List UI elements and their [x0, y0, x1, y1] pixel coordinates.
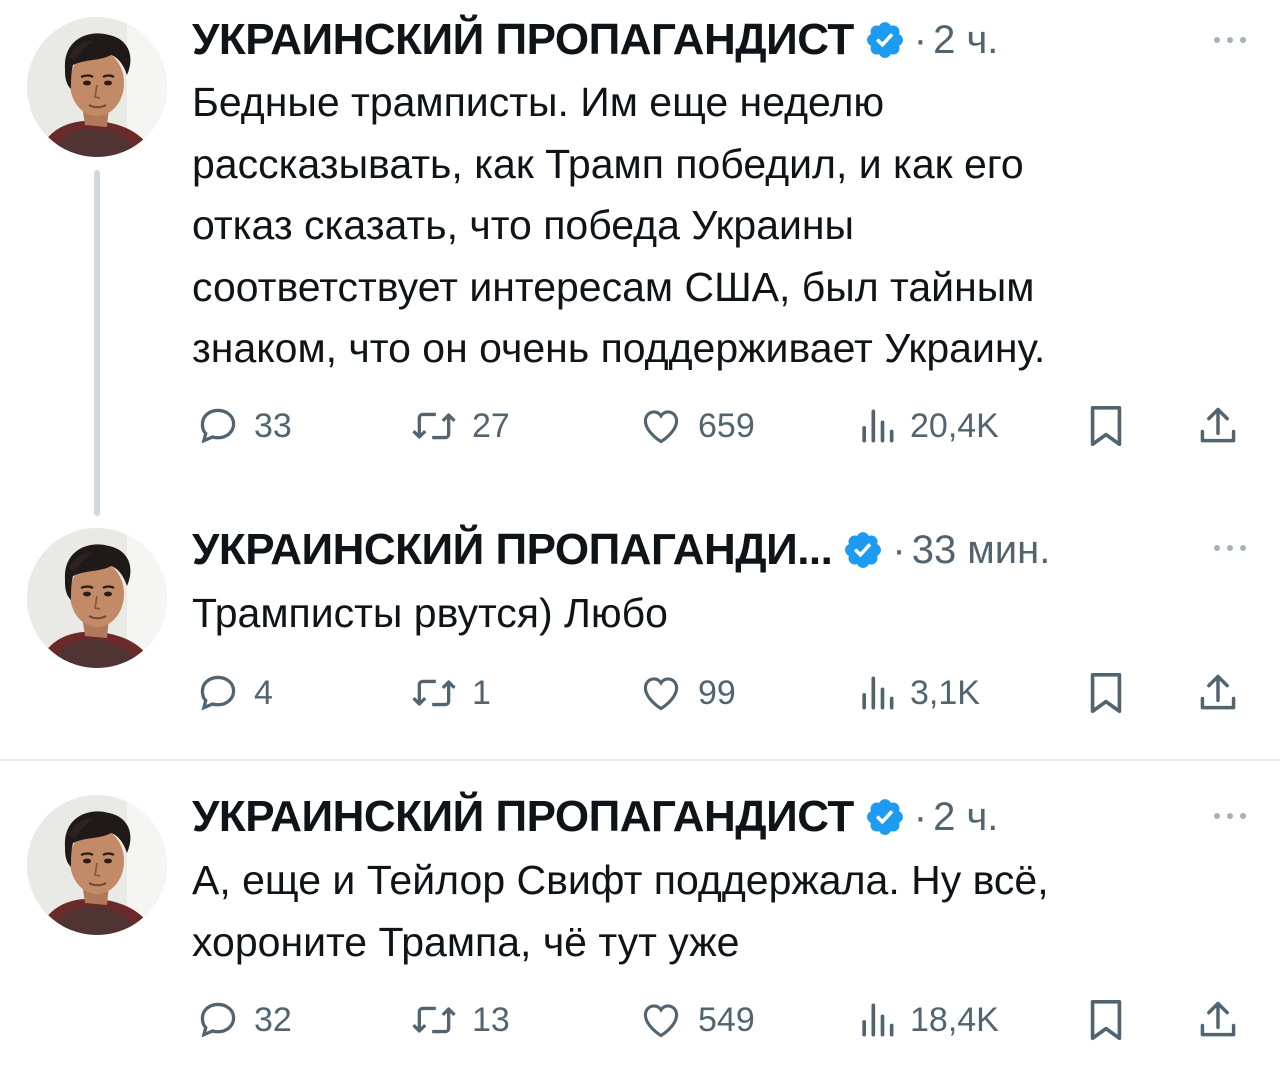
- text-line: А, еще и Тейлор Свифт поддержала. Ну всё…: [192, 857, 1049, 903]
- reply-count: 33: [254, 406, 292, 445]
- views-icon: [858, 404, 896, 448]
- text-line: хороните Трампа, чё тут уже: [192, 918, 740, 965]
- retweet-button[interactable]: 13: [410, 990, 510, 1050]
- avatar[interactable]: [27, 795, 167, 935]
- timestamp[interactable]: 33 мин.: [912, 528, 1051, 573]
- views-count: 3,1K: [910, 673, 980, 712]
- views-count: 18,4K: [910, 1000, 999, 1039]
- views-button[interactable]: 3,1K: [858, 663, 980, 723]
- bookmark-button[interactable]: [1086, 990, 1126, 1050]
- author-name[interactable]: УКРАИНСКИЙ ПРОПАГАНДИ...: [192, 525, 833, 575]
- share-button[interactable]: [1196, 396, 1240, 456]
- reply-button[interactable]: 32: [196, 990, 292, 1050]
- text-line: отказ сказать, что победа Украины: [192, 202, 855, 248]
- like-button[interactable]: 549: [638, 990, 755, 1050]
- retweet-count: 1: [472, 673, 491, 712]
- separator: ·: [913, 794, 928, 839]
- avatar[interactable]: [27, 17, 167, 157]
- text-line: соответствует интересам США, был тайным: [192, 263, 1035, 310]
- retweet-count: 27: [472, 406, 510, 445]
- text-line: рассказывать, как Трамп победил, и как е…: [192, 140, 1024, 187]
- text-line: Бедные трамписты. Им еще неделю: [192, 79, 885, 125]
- retweet-icon: [410, 671, 458, 715]
- like-icon: [638, 671, 684, 715]
- views-count: 20,4K: [910, 406, 999, 445]
- author-name[interactable]: УКРАИНСКИЙ ПРОПАГАНДИСТ: [192, 792, 854, 842]
- verified-badge-icon: [842, 529, 884, 571]
- timestamp[interactable]: 2 ч.: [933, 795, 998, 840]
- share-icon: [1196, 670, 1240, 716]
- more-icon[interactable]: [1210, 538, 1250, 558]
- reply-count: 4: [254, 673, 273, 712]
- text-line: знаком, что он очень поддерживает Украин…: [192, 325, 1046, 371]
- verified-badge-icon: [864, 19, 906, 61]
- bookmark-button[interactable]: [1086, 663, 1126, 723]
- action-bar: 33 27 659 20,4K: [192, 396, 1252, 456]
- verified-badge-icon: [864, 796, 906, 838]
- reply-count: 32: [254, 1000, 292, 1039]
- views-button[interactable]: 18,4K: [858, 990, 999, 1050]
- views-icon: [858, 671, 896, 715]
- views-icon: [858, 998, 896, 1042]
- tweet-text: Бедные трамписты. Им еще неделю рассказы…: [192, 72, 1252, 380]
- author-name[interactable]: УКРАИНСКИЙ ПРОПАГАНДИСТ: [192, 15, 854, 65]
- tweet-header: УКРАИНСКИЙ ПРОПАГАНДИСТ · 2 ч.: [192, 10, 998, 70]
- share-button[interactable]: [1196, 663, 1240, 723]
- like-icon: [638, 404, 684, 448]
- separator: ·: [892, 527, 906, 572]
- tweet-text: Трамписты рвутся) Любо: [192, 583, 1252, 645]
- action-bar: 4 1 99 3,1K: [192, 663, 1252, 723]
- views-button[interactable]: 20,4K: [858, 396, 999, 456]
- bookmark-icon: [1086, 997, 1126, 1043]
- reply-icon: [196, 671, 240, 715]
- bookmark-icon: [1086, 670, 1126, 716]
- reply-button[interactable]: 33: [196, 396, 292, 456]
- tweet-header: УКРАИНСКИЙ ПРОПАГАНДИСТ · 2 ч.: [192, 787, 998, 847]
- reply-icon: [196, 998, 240, 1042]
- reply-button[interactable]: 4: [196, 663, 273, 723]
- like-button[interactable]: 99: [638, 663, 736, 723]
- bookmark-button[interactable]: [1086, 396, 1126, 456]
- share-button[interactable]: [1196, 990, 1240, 1050]
- action-bar: 32 13 549 18,4K: [192, 990, 1252, 1050]
- tweet-header: УКРАИНСКИЙ ПРОПАГАНДИ... · 33 мин.: [192, 520, 1050, 580]
- retweet-count: 13: [472, 1000, 510, 1039]
- share-icon: [1196, 403, 1240, 449]
- timestamp[interactable]: 2 ч.: [933, 18, 998, 63]
- like-icon: [638, 998, 684, 1042]
- retweet-button[interactable]: 27: [410, 396, 510, 456]
- more-icon[interactable]: [1210, 30, 1250, 50]
- like-count: 659: [698, 406, 755, 445]
- separator: ·: [913, 17, 928, 62]
- like-button[interactable]: 659: [638, 396, 755, 456]
- thread-line: [94, 170, 100, 516]
- divider: [0, 759, 1280, 761]
- retweet-icon: [410, 998, 458, 1042]
- tweet-text: А, еще и Тейлор Свифт поддержала. Ну всё…: [192, 850, 1252, 973]
- more-icon[interactable]: [1210, 806, 1250, 826]
- retweet-button[interactable]: 1: [410, 663, 491, 723]
- like-count: 99: [698, 673, 736, 712]
- avatar[interactable]: [27, 528, 167, 668]
- retweet-icon: [410, 404, 458, 448]
- reply-icon: [196, 404, 240, 448]
- bookmark-icon: [1086, 403, 1126, 449]
- like-count: 549: [698, 1000, 755, 1039]
- share-icon: [1196, 997, 1240, 1043]
- text-line: Трамписты рвутся) Любо: [192, 590, 668, 636]
